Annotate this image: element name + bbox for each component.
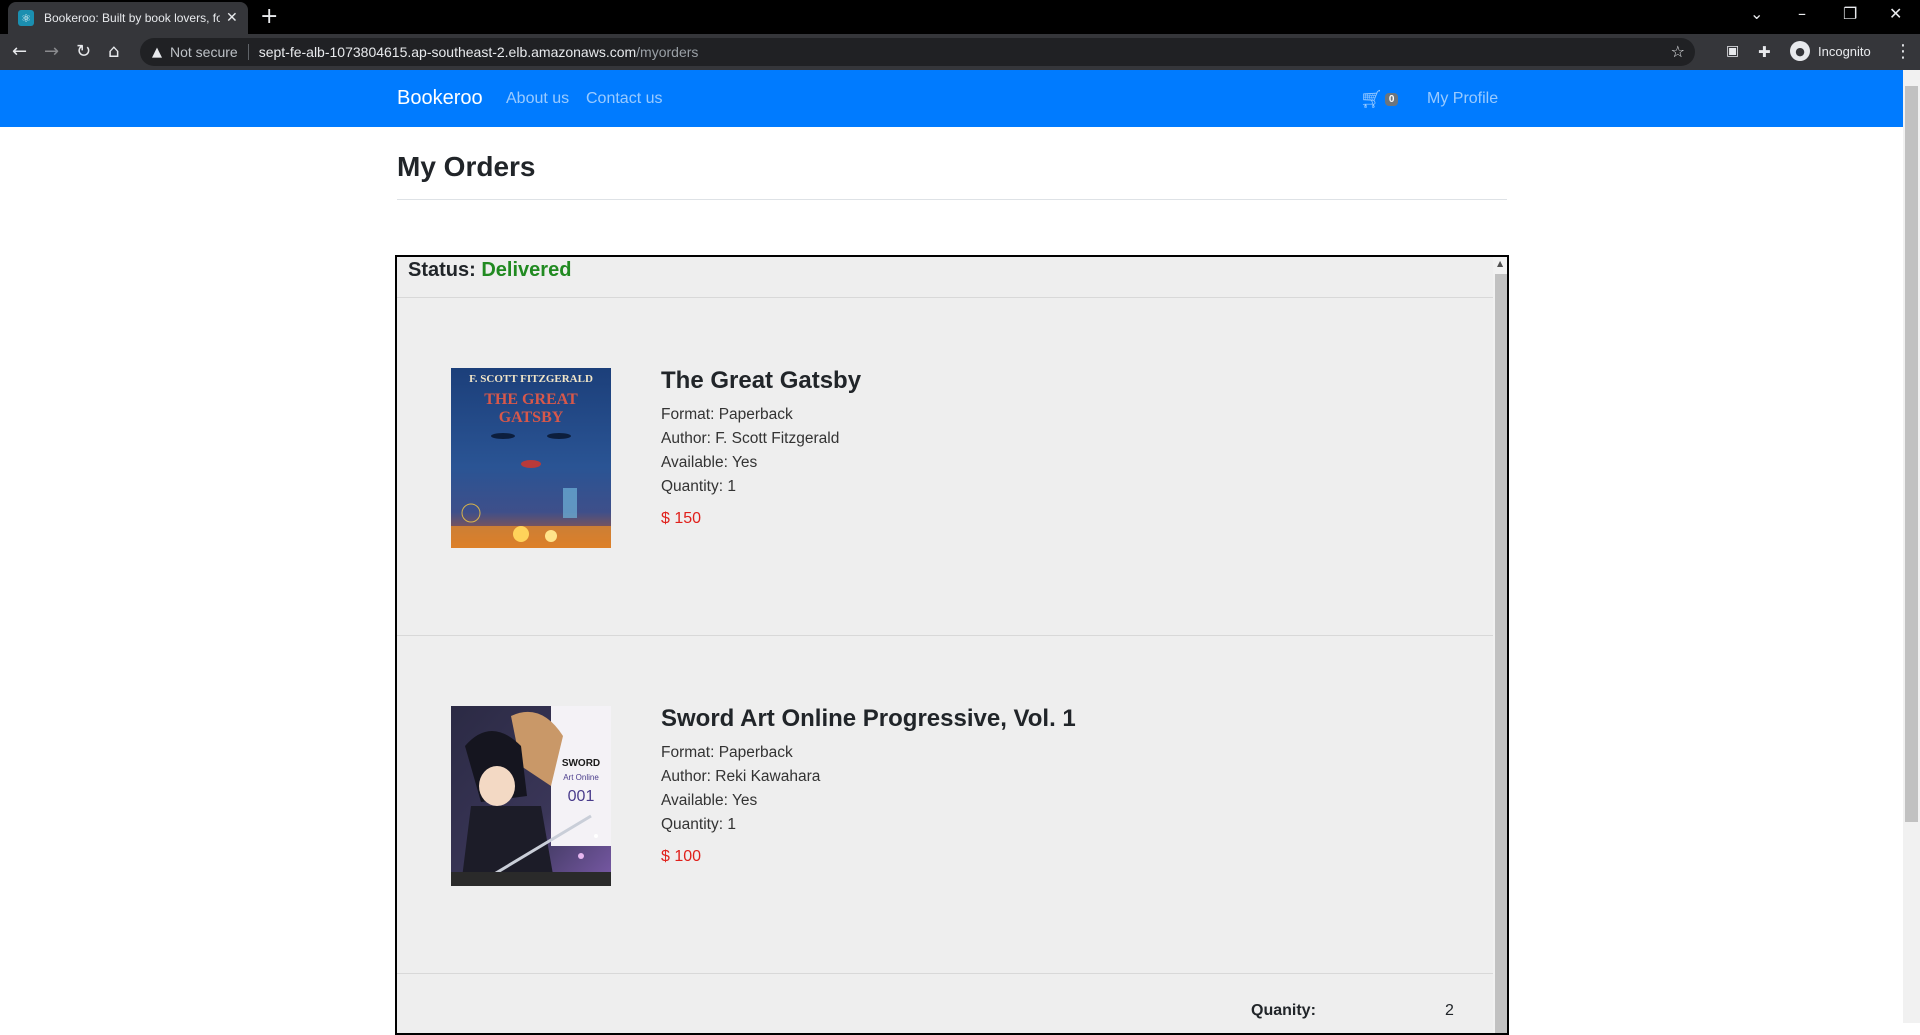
warning-icon: ▲ xyxy=(152,44,162,60)
incognito-indicator[interactable]: ● Incognito xyxy=(1790,41,1871,61)
cover-title: SWORD xyxy=(562,758,600,769)
browser-tab[interactable]: ⚛ Bookeroo: Built by book lovers, for bo… xyxy=(8,2,248,34)
order-status: Status: Delivered xyxy=(408,259,571,282)
tab-search-icon[interactable]: ⌄ xyxy=(1750,4,1763,23)
close-tab-icon[interactable]: ✕ xyxy=(226,10,238,26)
site-navbar: Bookeroo About us Contact us 🛒︎ 0 My Pro… xyxy=(0,70,1903,127)
back-icon[interactable]: ← xyxy=(12,41,27,62)
order-card: Status: Delivered F. SCOTT FITZGERALD TH… xyxy=(395,255,1509,1035)
divider xyxy=(397,297,1493,298)
cover-title: Art Online xyxy=(563,773,599,782)
book-availability: Available: Yes xyxy=(661,792,758,809)
divider xyxy=(397,635,1493,636)
incognito-icon: ● xyxy=(1790,41,1810,61)
incognito-label: Incognito xyxy=(1818,43,1871,59)
book-title[interactable]: The Great Gatsby xyxy=(661,367,861,395)
book-format: Format: Paperback xyxy=(661,744,793,761)
not-secure-label[interactable]: Not secure xyxy=(170,44,238,60)
book-cover-sword-art-online[interactable]: SWORD Art Online 001 xyxy=(451,706,611,886)
divider xyxy=(397,199,1507,200)
restore-icon[interactable]: ❐ xyxy=(1843,4,1857,23)
status-badge: Delivered xyxy=(481,259,572,281)
cart-button[interactable]: 🛒︎ 0 xyxy=(1360,89,1399,110)
book-availability: Available: Yes xyxy=(661,454,758,471)
react-icon: ⚛ xyxy=(18,10,34,26)
book-quantity: Quantity: 1 xyxy=(661,816,736,833)
reload-icon[interactable]: ↻ xyxy=(76,41,91,62)
minimize-icon[interactable]: – xyxy=(1798,4,1806,23)
book-title[interactable]: Sword Art Online Progressive, Vol. 1 xyxy=(661,705,1076,733)
browser-menu-icon[interactable]: ⋮ xyxy=(1894,41,1912,62)
browser-tab-strip: ⚛ Bookeroo: Built by book lovers, for bo… xyxy=(0,0,1920,34)
total-quantity-value: 2 xyxy=(1445,1002,1454,1019)
book-quantity: Quantity: 1 xyxy=(661,478,736,495)
book-format: Format: Paperback xyxy=(661,406,793,423)
book-cover-great-gatsby[interactable]: F. SCOTT FITZGERALD THE GREAT GATSBY xyxy=(451,368,611,548)
nav-link-my-profile[interactable]: My Profile xyxy=(1427,90,1498,108)
new-tab-button[interactable]: + xyxy=(260,4,278,29)
book-author: Author: Reki Kawahara xyxy=(661,768,821,785)
page-title: My Orders xyxy=(397,151,536,182)
forward-icon[interactable]: → xyxy=(44,41,59,62)
close-window-icon[interactable]: ✕ xyxy=(1889,4,1902,23)
url-separator xyxy=(247,44,249,60)
bookmark-star-icon[interactable]: ☆ xyxy=(1671,42,1685,61)
reader-icon[interactable]: ▣ xyxy=(1726,43,1739,59)
brand-logo[interactable]: Bookeroo xyxy=(397,87,483,110)
extensions-icon[interactable]: ✚ xyxy=(1758,43,1771,61)
book-author: Author: F. Scott Fitzgerald xyxy=(661,430,840,447)
divider xyxy=(397,973,1493,974)
cover-title: THE GREAT xyxy=(484,391,578,408)
nav-link-about[interactable]: About us xyxy=(506,90,569,108)
page-scrollbar[interactable] xyxy=(1903,70,1920,1023)
cart-count-badge: 0 xyxy=(1384,93,1399,106)
shopping-cart-icon: 🛒︎ xyxy=(1360,89,1383,110)
nav-link-contact[interactable]: Contact us xyxy=(586,90,662,108)
book-price: $ 100 xyxy=(661,848,702,865)
url-host: sept-fe-alb-1073804615.ap-southeast-2.el… xyxy=(258,44,637,60)
page-scrollbar-thumb[interactable] xyxy=(1905,86,1918,822)
status-label: Status: xyxy=(408,259,476,281)
cover-title: 001 xyxy=(568,788,595,805)
cover-author: F. SCOTT FITZGERALD xyxy=(469,373,593,385)
book-price: $ 150 xyxy=(661,510,702,527)
order-scrollbar-thumb[interactable] xyxy=(1495,274,1507,1033)
tab-title: Bookeroo: Built by book lovers, for book… xyxy=(44,11,220,25)
cover-title: GATSBY xyxy=(499,409,564,426)
address-toolbar: ← → ↻ ⌂ ▲ Not secure sept-fe-alb-1073804… xyxy=(0,34,1920,70)
scroll-up-arrow-icon[interactable]: ▲ xyxy=(1497,259,1503,268)
home-icon[interactable]: ⌂ xyxy=(108,41,119,62)
order-scrollbar[interactable]: ▲ xyxy=(1493,257,1507,1033)
total-quantity-label: Quanity: xyxy=(1251,1002,1316,1019)
url-path: /myorders xyxy=(636,44,699,60)
address-bar[interactable]: ▲ Not secure sept-fe-alb-1073804615.ap-s… xyxy=(140,38,1695,66)
